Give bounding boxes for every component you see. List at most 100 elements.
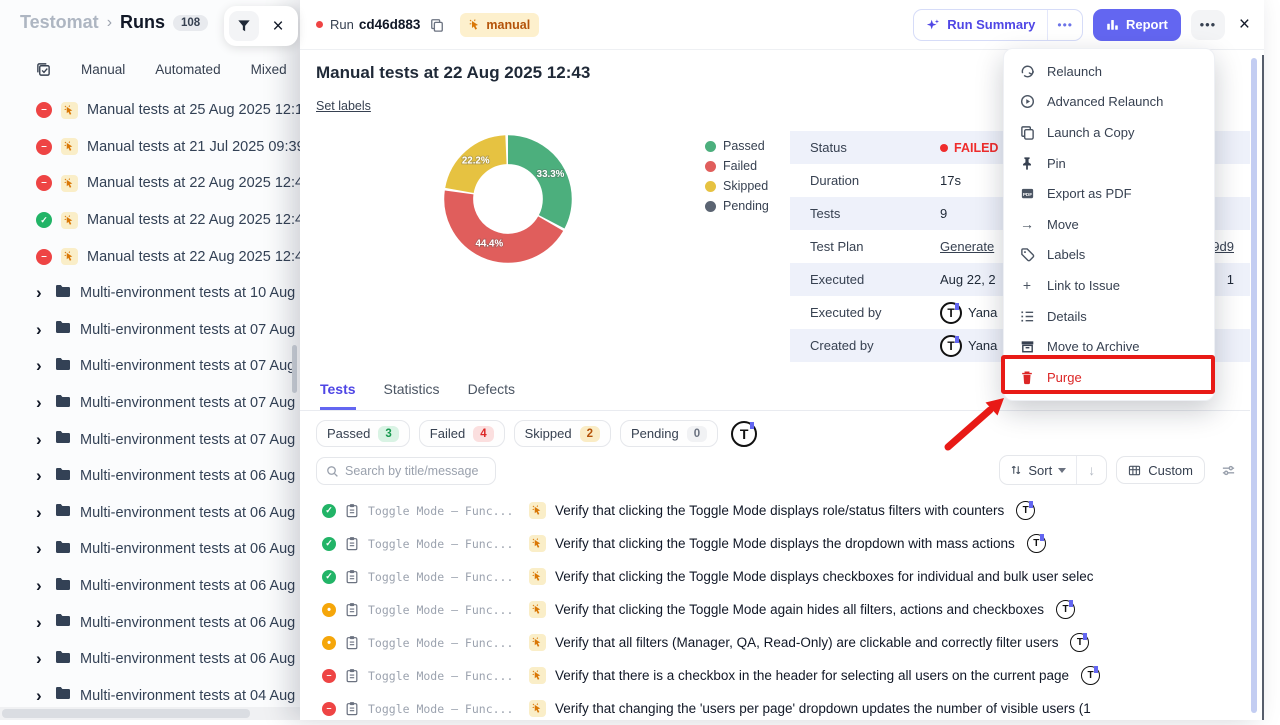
run-list-item[interactable]: › Multi-environment tests at 10 Aug [0,275,300,312]
arrow-right-icon: → [1019,216,1035,232]
batch-select-icon[interactable] [36,62,51,77]
run-list-item[interactable]: › Multi-environment tests at 07 Aug [0,421,300,458]
test-row[interactable]: Toggle Mode — Func... Verify that there … [300,659,1250,692]
run-title: Multi-environment tests at 06 Aug [80,578,295,594]
chip-count: 2 [580,426,600,442]
executed-value: Aug 22, 2 [940,272,996,287]
test-row[interactable]: Toggle Mode — Func... Verify that all fi… [300,626,1250,659]
run-list-item[interactable]: › Manual tests at 21 Jul 2025 09:39 [0,129,300,166]
run-list-item[interactable]: › Multi-environment tests at 06 Aug [0,495,300,532]
run-list-item[interactable]: › Multi-environment tests at 06 Aug [0,531,300,568]
run-list-item[interactable]: › Multi-environment tests at 06 Aug [0,641,300,678]
chevron-right-icon: › [36,613,46,633]
chevron-right-icon: › [36,283,46,303]
filter-button[interactable] [229,11,259,41]
tab-automated[interactable]: Automated [155,62,220,77]
assignee-avatar: T [1081,666,1100,685]
panel-scrollbar[interactable] [1251,58,1257,713]
menu-item-export-pdf[interactable]: PDF Export as PDF [1004,178,1214,209]
run-summary-button[interactable]: Run Summary [914,10,1047,40]
close-panel-button[interactable]: × [1239,14,1250,36]
chip-failed[interactable]: Failed4 [419,420,505,447]
failed-dot [940,144,948,152]
sidebar-horizontal-scrollbar[interactable] [0,707,300,720]
test-row[interactable]: Toggle Mode — Func... Verify that clicki… [300,593,1250,626]
test-doc-icon [345,668,359,683]
test-doc-icon [345,701,359,716]
run-list-item[interactable]: › Manual tests at 22 Aug 2025 12:4 [0,165,300,202]
legend-item-skipped[interactable]: Skipped [705,179,769,193]
legend-item-passed[interactable]: Passed [705,139,769,153]
run-list-item[interactable]: › Manual tests at 22 Aug 2025 12:4 [0,238,300,275]
menu-item-advanced-relaunch[interactable]: Advanced Relaunch [1004,87,1214,118]
test-status-icon [322,669,336,683]
donut-label-passed: 33.3% [537,169,565,180]
menu-item-relaunch[interactable]: Relaunch [1004,56,1214,87]
run-list-item[interactable]: › Multi-environment tests at 06 Aug [0,604,300,641]
menu-item-pin[interactable]: Pin [1004,148,1214,179]
run-title: Manual tests at 21 Jul 2025 09:39 [87,139,305,155]
more-actions-button[interactable]: ••• [1191,10,1225,40]
chevron-down-icon [1058,468,1066,473]
tab-mixed[interactable]: Mixed [251,62,287,77]
sort-group: Sort ↓ [999,455,1107,485]
sidebar-vertical-scrollbar[interactable] [292,345,297,393]
close-filter-button[interactable]: × [263,11,293,41]
folder-icon [55,650,71,669]
sort-button[interactable]: Sort [1000,456,1076,484]
run-summary-more-button[interactable]: ••• [1047,10,1082,40]
search-input[interactable] [345,464,480,478]
legend-dot [705,201,716,212]
chip-passed[interactable]: Passed3 [316,420,410,447]
chip-count: 4 [473,426,493,442]
run-list-item[interactable]: › Multi-environment tests at 07 Aug [0,312,300,349]
chip-count: 3 [378,426,398,442]
run-list-item[interactable]: › Manual tests at 25 Aug 2025 12:1 [0,92,300,129]
test-row[interactable]: Toggle Mode — Func... Verify that clicki… [300,527,1250,560]
tab-statistics[interactable]: Statistics [384,381,440,410]
test-row[interactable]: Toggle Mode — Func... Verify that clicki… [300,494,1250,527]
menu-item-link-to-issue[interactable]: + Link to Issue [1004,270,1214,301]
set-labels-link[interactable]: Set labels [316,99,371,113]
menu-item-details[interactable]: Details [1004,301,1214,332]
assignee-filter-icon[interactable]: T [731,421,757,447]
chevron-right-icon: › [36,320,46,340]
report-button[interactable]: Report [1093,9,1181,41]
tab-manual[interactable]: Manual [81,62,125,77]
tab-tests[interactable]: Tests [320,381,356,410]
test-plan-link[interactable]: Generate [940,239,994,254]
funnel-icon [237,19,251,33]
legend-item-failed[interactable]: Failed [705,159,769,173]
tab-defects[interactable]: Defects [468,381,515,410]
test-suite-label: Toggle Mode — Func... [368,669,520,683]
run-list-item[interactable]: › Multi-environment tests at 07 Aug [0,385,300,422]
menu-item-purge[interactable]: Purge [1004,362,1214,393]
chevron-right-icon: › [36,686,46,706]
legend-item-pending[interactable]: Pending [705,199,769,213]
run-list-item[interactable]: › Multi-environment tests at 06 Aug [0,458,300,495]
run-list-item[interactable]: › Manual tests at 22 Aug 2025 12:4 [0,202,300,239]
avatar: T [940,335,962,357]
menu-item-labels[interactable]: Labels [1004,240,1214,271]
svg-text:PDF: PDF [1022,192,1031,197]
menu-item-launch-copy[interactable]: Launch a Copy [1004,117,1214,148]
menu-item-move-to-archive[interactable]: Move to Archive [1004,331,1214,362]
report-label: Report [1126,17,1168,32]
test-plan-link-end[interactable]: 9d9 [1212,239,1234,254]
scrollbar-thumb[interactable] [2,709,250,718]
chip-skipped[interactable]: Skipped2 [514,420,611,447]
copy-run-id-button[interactable] [430,18,444,32]
custom-columns-button[interactable]: Custom [1116,456,1205,484]
view-settings-button[interactable] [1214,456,1242,484]
run-list-item[interactable]: › Multi-environment tests at 06 Aug [0,568,300,605]
run-list-item[interactable]: › Multi-environment tests at 07 Aug [0,348,300,385]
run-title: Multi-environment tests at 07 Aug [80,395,295,411]
status-value: FAILED [954,141,998,155]
menu-item-move[interactable]: → Move [1004,209,1214,240]
sort-direction-button[interactable]: ↓ [1076,456,1106,484]
test-row[interactable]: Toggle Mode — Func... Verify that clicki… [300,560,1250,593]
legend-dot [705,181,716,192]
test-suite-label: Toggle Mode — Func... [368,603,520,617]
test-row[interactable]: Toggle Mode — Func... Verify that changi… [300,692,1250,725]
chip-pending[interactable]: Pending0 [620,420,718,447]
